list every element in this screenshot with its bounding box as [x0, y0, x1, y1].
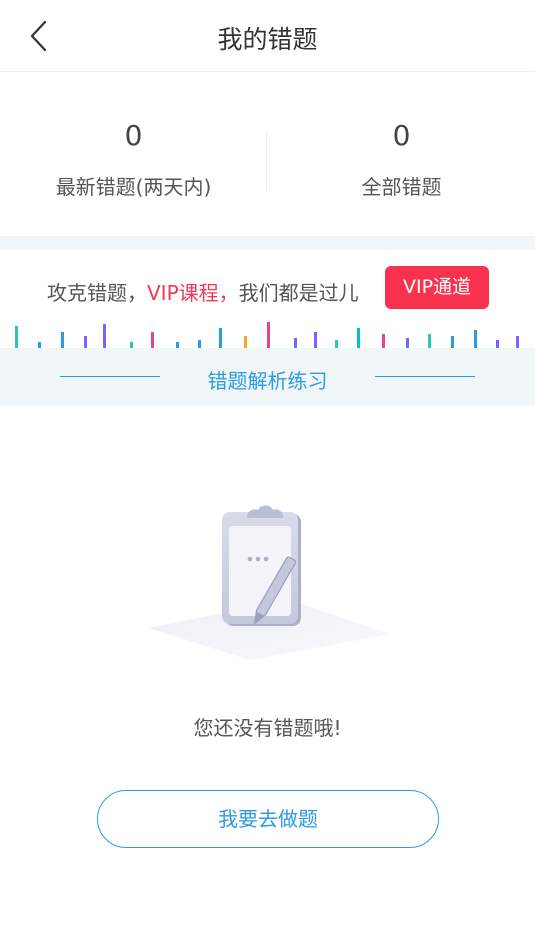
all-mistakes-label: 全部错题 [361, 175, 442, 199]
top-nav-bar: 我的错题 [0, 0, 535, 72]
vip-promo-banner: 攻克错题，VIP课程，我们都是过儿 VIP通道 [0, 250, 535, 348]
mistake-stats-panel: 0 最新错题(两天内) 0 全部错题 [0, 73, 535, 236]
vip-channel-button[interactable]: VIP通道 [385, 266, 489, 309]
recent-mistakes-label: 最新错题(两天内) [55, 175, 212, 199]
promo-text: 攻克错题，VIP课程，我们都是过儿 [47, 277, 359, 306]
mistake-analysis-practice[interactable]: 错题解析练习 [0, 348, 535, 406]
all-mistakes-count: 0 [392, 119, 411, 152]
go-practice-button[interactable]: 我要去做题 [97, 790, 439, 848]
section-separator [0, 236, 535, 250]
decorative-color-bars [15, 322, 519, 348]
stat-divider [266, 133, 267, 191]
all-mistakes-stat[interactable]: 0 全部错题 [268, 73, 535, 236]
promo-highlight: VIP课程， [147, 281, 239, 305]
recent-mistakes-stat[interactable]: 0 最新错题(两天内) [0, 73, 267, 236]
recent-mistakes-count: 0 [124, 119, 143, 152]
promo-text-suffix: 我们都是过儿 [238, 281, 359, 305]
empty-state-message: 您还没有错题哦! [193, 716, 342, 740]
clipboard-pencil-illustration [148, 505, 390, 660]
promo-text-prefix: 攻克错题， [47, 281, 147, 305]
divider-line-right [375, 376, 475, 377]
page-title: 我的错题 [217, 25, 318, 54]
practice-label: 错题解析练习 [207, 369, 328, 393]
